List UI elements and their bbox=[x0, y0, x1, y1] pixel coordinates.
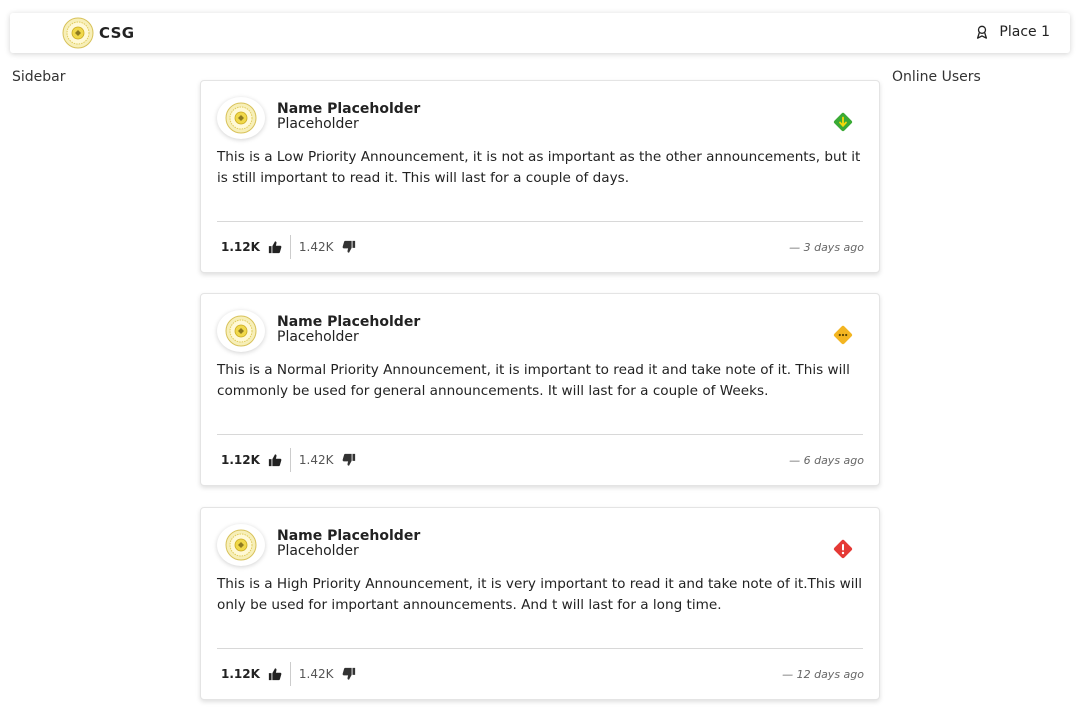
announcement-body: This is a Low Priority Announcement, it … bbox=[217, 149, 861, 186]
online-users-placeholder: Online Users bbox=[892, 69, 981, 85]
author-name[interactable]: Name Placeholder bbox=[277, 315, 420, 330]
avatar[interactable] bbox=[217, 310, 265, 352]
dislike-count: 1.42K bbox=[298, 667, 334, 681]
reaction-bar: 1.12K 1.42K bbox=[221, 235, 356, 259]
seal-logo-icon bbox=[225, 529, 257, 561]
like-button[interactable]: 1.12K bbox=[221, 453, 282, 467]
diamond-exclamation-icon bbox=[833, 539, 853, 559]
reaction-separator bbox=[289, 448, 291, 472]
announcement-card: Name Placeholder Placeholder This is a L… bbox=[200, 80, 880, 273]
place-label: Place 1 bbox=[999, 24, 1050, 40]
reaction-bar: 1.12K 1.42K bbox=[221, 448, 356, 472]
like-count: 1.12K bbox=[221, 667, 260, 681]
seal-logo-icon bbox=[225, 315, 257, 347]
author-block: Name Placeholder Placeholder bbox=[277, 315, 420, 345]
like-button[interactable]: 1.12K bbox=[221, 240, 282, 254]
author-name[interactable]: Name Placeholder bbox=[277, 529, 420, 544]
author-block: Name Placeholder Placeholder bbox=[277, 102, 420, 132]
diamond-dots-icon bbox=[833, 325, 853, 345]
thumbs-up-icon bbox=[268, 668, 282, 681]
dislike-button[interactable]: 1.42K bbox=[299, 240, 356, 254]
like-count: 1.12K bbox=[221, 453, 260, 467]
post-timestamp: — 3 days ago bbox=[789, 241, 864, 254]
reaction-separator bbox=[289, 235, 291, 259]
like-count: 1.12K bbox=[221, 240, 260, 254]
announcement-body: This is a Normal Priority Announcement, … bbox=[217, 362, 850, 399]
avatar[interactable] bbox=[217, 97, 265, 139]
dislike-button[interactable]: 1.42K bbox=[299, 667, 356, 681]
reaction-bar: 1.12K 1.42K bbox=[221, 662, 356, 686]
seal-logo-icon bbox=[225, 102, 257, 134]
thumbs-down-icon bbox=[342, 667, 355, 680]
thumbs-down-icon bbox=[342, 240, 355, 253]
diamond-arrow-down-icon bbox=[833, 112, 853, 132]
brand-logo-link[interactable]: CSG bbox=[62, 17, 134, 49]
thumbs-down-icon bbox=[342, 453, 355, 466]
place-indicator[interactable]: Place 1 bbox=[975, 24, 1050, 40]
sidebar-placeholder: Sidebar bbox=[12, 69, 66, 85]
like-button[interactable]: 1.12K bbox=[221, 667, 282, 681]
author-block: Name Placeholder Placeholder bbox=[277, 529, 420, 559]
card-divider bbox=[217, 221, 863, 222]
post-timestamp: — 6 days ago bbox=[789, 454, 864, 467]
card-divider bbox=[217, 434, 863, 435]
announcement-card: Name Placeholder Placeholder This is a H… bbox=[200, 507, 880, 700]
avatar[interactable] bbox=[217, 524, 265, 566]
author-name[interactable]: Name Placeholder bbox=[277, 102, 420, 117]
announcement-card: Name Placeholder Placeholder This is a N… bbox=[200, 293, 880, 486]
dislike-count: 1.42K bbox=[298, 453, 334, 467]
author-subtitle: Placeholder bbox=[277, 543, 359, 559]
announcement-body: This is a High Priority Announcement, it… bbox=[217, 576, 863, 613]
brand-name: CSG bbox=[99, 24, 135, 42]
badge-ribbon-icon bbox=[977, 25, 988, 39]
card-divider bbox=[217, 648, 863, 649]
top-navbar: CSG Place 1 bbox=[10, 13, 1070, 53]
post-timestamp: — 12 days ago bbox=[782, 668, 864, 681]
reaction-separator bbox=[289, 662, 291, 686]
seal-logo-icon bbox=[62, 17, 94, 49]
dislike-count: 1.42K bbox=[298, 240, 334, 254]
thumbs-up-icon bbox=[268, 454, 282, 467]
author-subtitle: Placeholder bbox=[277, 116, 359, 132]
dislike-button[interactable]: 1.42K bbox=[299, 453, 356, 467]
author-subtitle: Placeholder bbox=[277, 329, 359, 345]
thumbs-up-icon bbox=[268, 241, 282, 254]
